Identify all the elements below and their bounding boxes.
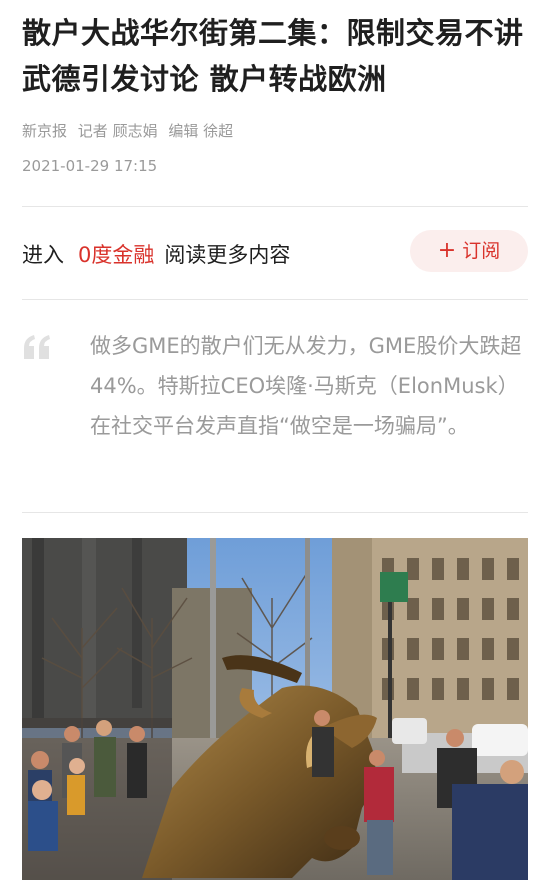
photo-charging-bull	[22, 538, 528, 880]
article-page: 散户大战华尔街第二集：限制交易不讲武德引发讨论 散户转战欧洲 新京报 记者 顾志…	[0, 0, 550, 880]
divider	[22, 512, 528, 513]
divider	[22, 206, 528, 207]
article-title: 散户大战华尔街第二集：限制交易不讲武德引发讨论 散户转战欧洲	[22, 16, 524, 96]
cta-more-label: 阅读更多内容	[164, 243, 291, 267]
cta-text[interactable]: 进入 0度金融 阅读更多内容	[22, 239, 290, 269]
plus-icon: +	[437, 238, 457, 263]
quote-icon	[24, 335, 50, 359]
article-summary-quote: 做多GME的散户们无从发力，GME股价大跌超44%。特斯拉CEO埃隆·马斯克（E…	[90, 334, 522, 438]
subscribe-button[interactable]: + 订阅	[410, 230, 528, 272]
cta-brand-link[interactable]: 0度金融	[78, 243, 154, 267]
article-byline: 新京报 记者 顾志娟 编辑 徐超	[22, 120, 239, 141]
source-name: 新京报	[22, 122, 68, 140]
article-photo	[22, 538, 528, 880]
publish-date: 2021-01-29 17:15	[22, 157, 158, 175]
editor-name: 编辑 徐超	[168, 122, 234, 140]
divider	[22, 299, 528, 300]
cta-enter-label: 进入	[22, 243, 64, 267]
reporter-name: 记者 顾志娟	[77, 122, 158, 140]
app-cta-banner[interactable]: 进入 0度金融 阅读更多内容 + 订阅	[22, 230, 528, 274]
subscribe-label: 订阅	[462, 240, 501, 262]
